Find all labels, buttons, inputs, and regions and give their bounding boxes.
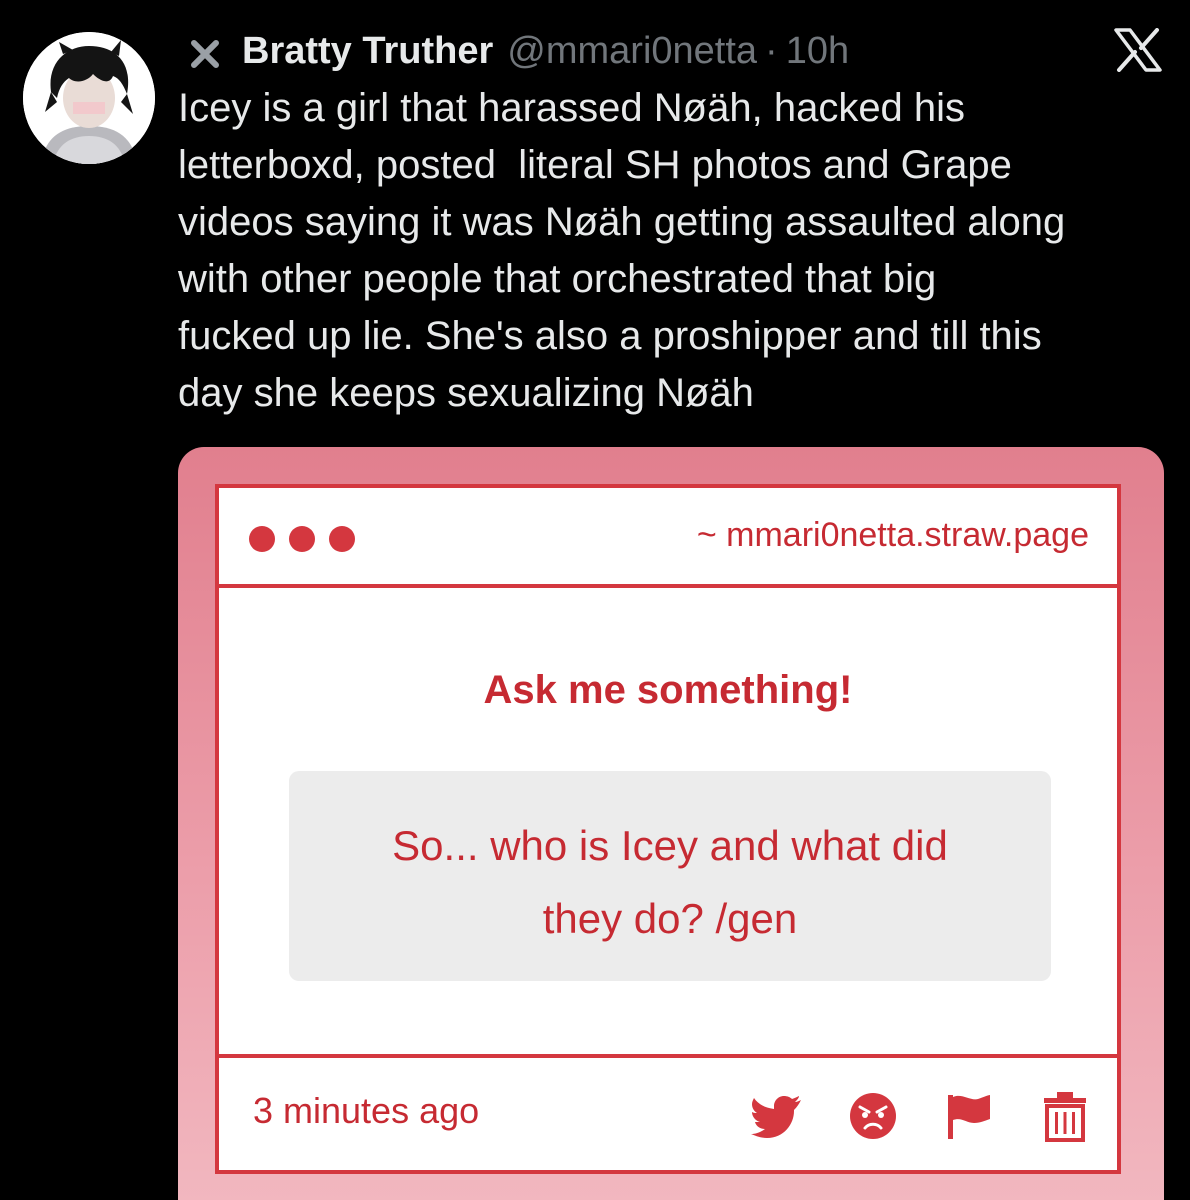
- window-dot-icon: [249, 526, 275, 552]
- question-line: they do? /gen: [542, 895, 798, 942]
- x-logo-icon[interactable]: [1113, 28, 1163, 72]
- trash-icon: [1037, 1088, 1093, 1144]
- question-line: So... who is Icey and what did: [392, 822, 948, 869]
- tweet[interactable]: Bratty Truther @mmari0netta · 10h Icey i…: [0, 0, 1190, 1200]
- question-text: So... who is Icey and what did they do? …: [319, 809, 1021, 955]
- ask-title: Ask me something!: [483, 668, 853, 712]
- question-timestamp: 3 minutes ago: [253, 1090, 480, 1131]
- window-dot-icon: [289, 526, 315, 552]
- window-dots: [249, 526, 369, 552]
- tweet-text-line: with other people that orchestrated that…: [178, 257, 937, 301]
- page-url: ~ mmari0netta.straw.page: [696, 516, 1089, 554]
- window-title-bar: ~ mmari0netta.straw.page: [219, 488, 1117, 588]
- angry-face-icon: [845, 1088, 901, 1144]
- twitter-bird-icon: [749, 1088, 805, 1144]
- tweet-text-line: Icey is a girl that harassed Nøäh, hacke…: [178, 86, 966, 130]
- tweet-text-line: day she keeps sexualizing Nøäh: [178, 371, 754, 415]
- attached-image-card[interactable]: ~ mmari0netta.straw.page Ask me somethin…: [178, 447, 1164, 1200]
- question-box: So... who is Icey and what did they do? …: [289, 771, 1051, 981]
- window-dot-icon: [329, 526, 355, 552]
- separator-dot: ·: [765, 29, 778, 72]
- profile-avatar[interactable]: [23, 32, 155, 164]
- tweet-text: Icey is a girl that harassed Nøäh, hacke…: [178, 80, 1168, 422]
- tweet-header: Bratty Truther @mmari0netta · 10h: [190, 28, 849, 74]
- tweet-text-line: videos saying it was Nøäh getting assaul…: [178, 200, 1066, 244]
- window-footer: 3 minutes ago: [219, 1054, 1117, 1174]
- flag-icon: [941, 1088, 997, 1144]
- tweet-text-line: letterboxd, posted literal SH photos and…: [178, 143, 1012, 187]
- x-mark-icon: [190, 36, 220, 68]
- tweet-timestamp[interactable]: 10h: [786, 30, 849, 73]
- ask-window: ~ mmari0netta.straw.page Ask me somethin…: [215, 484, 1121, 1174]
- display-name[interactable]: Bratty Truther: [242, 30, 493, 73]
- user-handle[interactable]: @mmari0netta: [507, 30, 757, 73]
- footer-actions: [709, 1088, 1093, 1144]
- tweet-text-line: fucked up lie. She's also a proshipper a…: [178, 314, 1042, 358]
